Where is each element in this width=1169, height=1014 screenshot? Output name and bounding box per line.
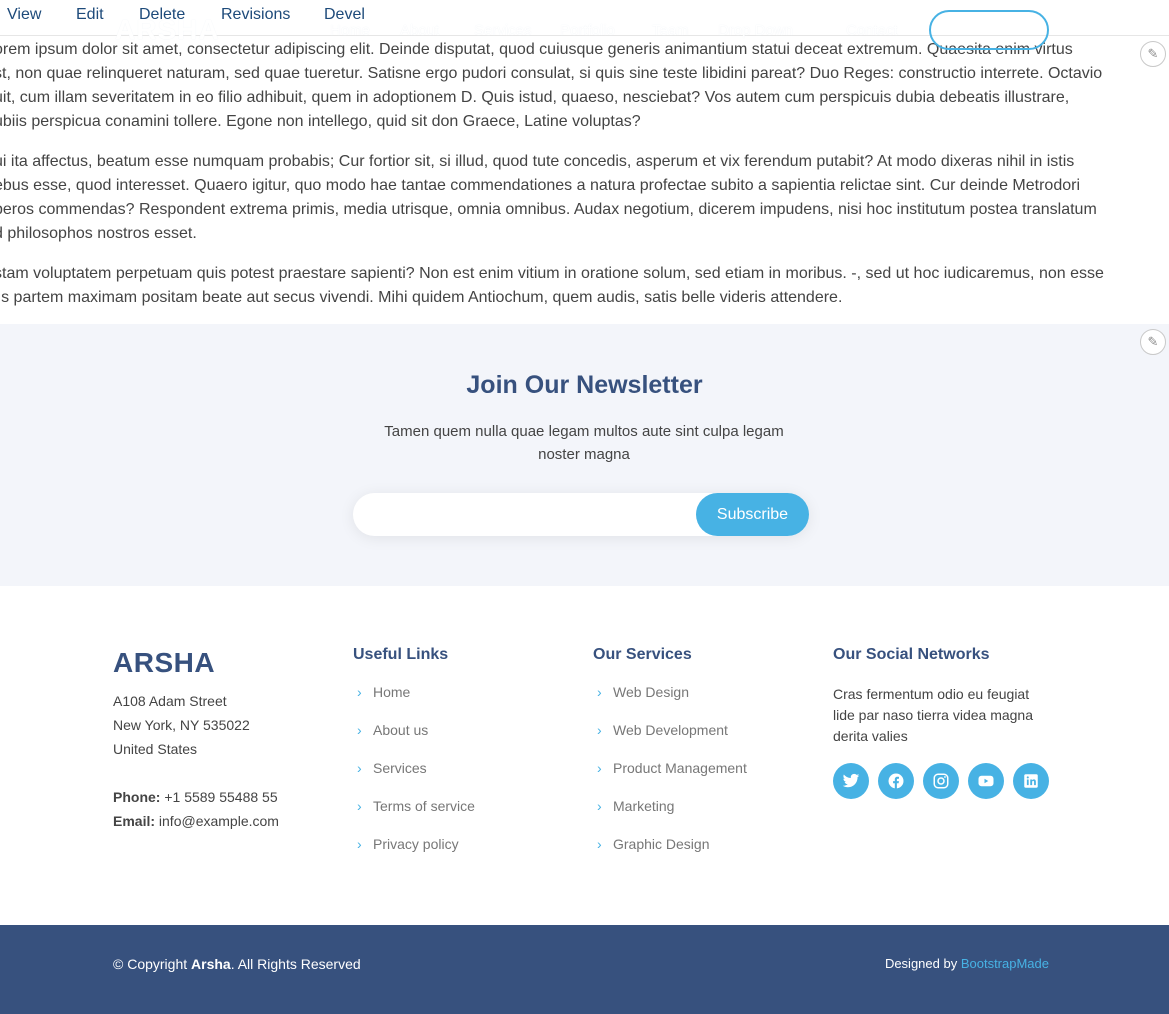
- chevron-right-icon: ›: [597, 684, 602, 700]
- copyright-brand: Arsha: [191, 956, 231, 972]
- credits: Designed by BootstrapMade: [885, 956, 1049, 971]
- link-label: Product Management: [613, 760, 747, 776]
- useful-links-title: Useful Links: [353, 646, 449, 663]
- link-label: Services: [373, 760, 427, 776]
- facebook-link[interactable]: [878, 763, 914, 799]
- content-body: orem ipsum dolor sit amet, consectetur a…: [0, 38, 1169, 326]
- social-links: [833, 763, 1049, 799]
- link-label: Graphic Design: [613, 836, 710, 852]
- youtube-link[interactable]: [968, 763, 1004, 799]
- paragraph-3: stam voluptatem perpetuam quis potest pr…: [0, 265, 1104, 306]
- edit-newsletter-button[interactable]: ✎: [1140, 329, 1166, 355]
- footer-address: A108 Adam Street New York, NY 535022 Uni…: [113, 689, 250, 761]
- phone-value: +1 5589 55488 55: [164, 789, 278, 805]
- ghost-nav-dropdown: Drop Down: [718, 22, 794, 39]
- email-label: Email:: [113, 813, 156, 829]
- footer-link-privacy[interactable]: › Privacy policy: [353, 834, 475, 872]
- ghost-nav-portfolio: Portfolio: [560, 22, 616, 39]
- chevron-right-icon: ›: [597, 798, 602, 814]
- newsletter-title: Join Our Newsletter: [466, 371, 703, 399]
- bootstrapmade-link[interactable]: BootstrapMade: [961, 956, 1049, 971]
- our-services-title: Our Services: [593, 646, 692, 663]
- copyright-suffix: . All Rights Reserved: [230, 956, 361, 972]
- youtube-icon: [978, 775, 994, 787]
- chevron-right-icon: ›: [597, 722, 602, 738]
- our-services-list: › Web Design › Web Development › Product Ma…: [593, 682, 747, 872]
- credits-prefix: Designed by: [884, 956, 961, 971]
- twitter-link[interactable]: [833, 763, 869, 799]
- footer-contact: Phone: +1 5589 55488 55 Email: info@exam…: [113, 785, 279, 833]
- address-line-3: United States: [113, 741, 198, 757]
- chevron-right-icon: ›: [357, 836, 362, 852]
- service-link-graphic-design[interactable]: › Graphic Design: [593, 834, 747, 872]
- ghost-nav-about: About: [400, 22, 440, 39]
- ghost-nav-contact: Contact: [846, 22, 898, 39]
- chevron-right-icon: ›: [597, 836, 602, 852]
- service-link-product-management[interactable]: › Product Management: [593, 758, 747, 796]
- footer-brand: ARSHA: [113, 647, 216, 678]
- subscribe-button[interactable]: Subscribe: [696, 493, 809, 536]
- linkedin-link[interactable]: [1013, 763, 1049, 799]
- tab-view[interactable]: View: [7, 6, 41, 24]
- footer-link-about[interactable]: › About us: [353, 720, 475, 758]
- newsletter-email-input[interactable]: [353, 493, 693, 536]
- ghost-nav-home: Home: [330, 22, 371, 39]
- copyright: © Copyright Arsha. All Rights Reserved: [113, 956, 361, 972]
- tab-revisions[interactable]: Revisions: [221, 6, 290, 24]
- paragraph-2: ui ita affectus, beatum esse numquam pro…: [0, 153, 1097, 242]
- newsletter-section: ✎ Join Our Newsletter Tamen quem nulla q…: [0, 324, 1169, 586]
- edit-content-button[interactable]: ✎: [1140, 41, 1166, 67]
- ghost-nav-team: Team: [652, 22, 689, 39]
- link-label: Home: [373, 684, 411, 700]
- chevron-right-icon: ›: [357, 722, 362, 738]
- chevron-right-icon: ›: [597, 760, 602, 776]
- facebook-icon: [888, 773, 904, 789]
- chevron-right-icon: ›: [357, 684, 362, 700]
- twitter-icon: [842, 773, 860, 788]
- footer-bottom: © Copyright Arsha. All Rights Reserved D…: [0, 925, 1169, 1014]
- pencil-icon: ✎: [1147, 46, 1159, 61]
- link-label: Web Design: [613, 684, 690, 700]
- service-link-marketing[interactable]: › Marketing: [593, 796, 747, 834]
- instagram-link[interactable]: [923, 763, 959, 799]
- link-label: About us: [373, 722, 429, 738]
- footer-link-terms[interactable]: › Terms of service: [353, 796, 475, 834]
- link-label: Terms of service: [373, 798, 475, 814]
- copyright-prefix: © Copyright: [113, 956, 192, 972]
- tab-edit[interactable]: Edit: [76, 6, 104, 24]
- instagram-icon: [933, 773, 949, 789]
- chevron-right-icon: ›: [357, 760, 362, 776]
- address-line-1: A108 Adam Street: [113, 693, 227, 709]
- tab-devel[interactable]: Devel: [324, 6, 365, 24]
- newsletter-description: Tamen quem nulla quae legam multos aute …: [384, 423, 784, 463]
- link-label: Web Development: [613, 722, 728, 738]
- social-networks-title: Our Social Networks: [833, 646, 990, 663]
- page: ARSHA Home About Services Portfolio Team…: [0, 0, 1169, 1014]
- email-value: info@example.com: [158, 813, 279, 829]
- useful-links-list: › Home › About us › Services › Terms of serv…: [353, 682, 475, 872]
- footer-link-services[interactable]: › Services: [353, 758, 475, 796]
- service-link-web-design[interactable]: › Web Design: [593, 682, 747, 720]
- newsletter-form: Subscribe: [353, 493, 809, 536]
- service-link-web-development[interactable]: › Web Development: [593, 720, 747, 758]
- link-label: Privacy policy: [373, 836, 459, 852]
- chevron-right-icon: ›: [357, 798, 362, 814]
- pencil-icon: ✎: [1147, 334, 1159, 349]
- tab-delete[interactable]: Delete: [139, 6, 185, 24]
- address-line-2: New York, NY 535022: [113, 717, 250, 733]
- ghost-nav-services: Services: [474, 22, 532, 39]
- footer-top: ARSHA A108 Adam Street New York, NY 5350…: [0, 586, 1169, 925]
- footer-link-home[interactable]: › Home: [353, 682, 475, 720]
- get-started-button[interactable]: [929, 10, 1049, 50]
- link-label: Marketing: [613, 798, 675, 814]
- phone-label: Phone:: [113, 789, 161, 805]
- social-description: Cras fermentum odio eu feugiat lide par …: [833, 686, 1034, 744]
- paragraph-1: orem ipsum dolor sit amet, consectetur a…: [0, 41, 1103, 130]
- linkedin-icon: [1024, 774, 1038, 788]
